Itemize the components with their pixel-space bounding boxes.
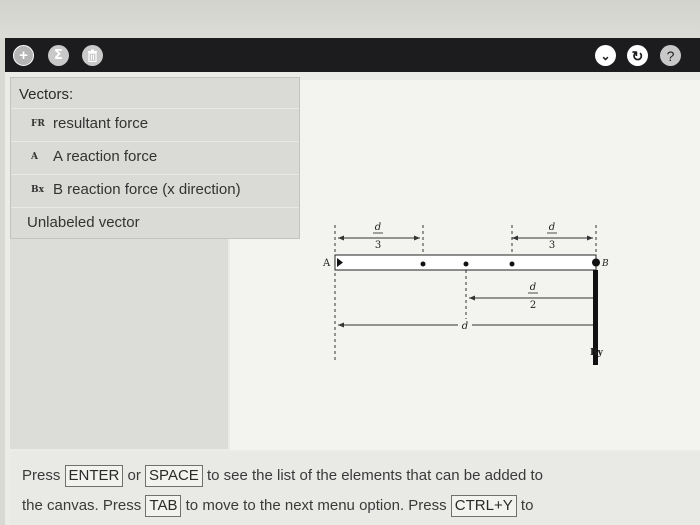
dim-right-denominator: 3 [549, 240, 555, 251]
vector-item-unlabeled[interactable]: Unlabeled vector [11, 207, 299, 237]
key-space: SPACE [145, 465, 203, 487]
dim-left-denominator: 3 [375, 240, 381, 251]
sigma-icon: Σ [54, 48, 63, 63]
dim-half-denominator: 2 [530, 300, 536, 311]
help-icon: ? [666, 47, 675, 64]
vector-label: A reaction force [53, 148, 158, 165]
key-enter: ENTER [64, 465, 124, 487]
toolbar: + Σ ⌄ ↻ ? [5, 38, 700, 72]
add-element-button[interactable]: + [13, 45, 34, 66]
vector-label: resultant force [53, 115, 149, 132]
pin-1 [420, 261, 426, 267]
left-strip [10, 237, 228, 449]
top-margin [0, 0, 700, 38]
label-b: B [601, 259, 609, 269]
trash-icon [88, 49, 97, 62]
pin-3 [509, 261, 515, 267]
sum-button[interactable]: Σ [48, 45, 69, 66]
instructions-line-1: Press ENTER or SPACE to see the list of … [22, 465, 543, 487]
dim-left-numerator: d [375, 222, 381, 233]
vector-symbol-bx: Bx [31, 184, 44, 195]
reset-button[interactable]: ↻ [627, 45, 648, 66]
plus-icon: + [19, 47, 28, 64]
dim-half-numerator: d [530, 282, 536, 293]
vector-symbol-a: A [31, 151, 38, 162]
label-by: By [590, 348, 604, 358]
help-button[interactable]: ? [660, 45, 681, 66]
support-b-marker [592, 258, 600, 267]
vector-item-b-reaction-x[interactable]: Bx B reaction force (x direction) [11, 174, 299, 204]
beam-diagram: d 3 d 3 A B By d 2 d [322, 222, 609, 365]
vector-label: Unlabeled vector [27, 214, 140, 231]
instructions-line-2: the canvas. Press TAB to move to the nex… [22, 495, 533, 517]
drawing-canvas[interactable]: d 3 d 3 A B By d 2 d [230, 80, 700, 450]
vector-label: B reaction force (x direction) [53, 181, 241, 198]
collapse-button[interactable]: ⌄ [595, 45, 616, 66]
label-a: A [322, 258, 331, 269]
dim-right-numerator: d [549, 222, 555, 233]
delete-button[interactable] [82, 45, 103, 66]
vector-symbol-fr: FR [31, 118, 45, 129]
key-tab: TAB [145, 495, 182, 517]
reset-icon: ↻ [631, 47, 644, 64]
instructions-footer: Press ENTER or SPACE to see the list of … [10, 452, 700, 525]
key-ctrl-y: CTRL+Y [450, 495, 517, 517]
vector-item-a-reaction[interactable]: A A reaction force [11, 141, 299, 171]
vectors-panel: Vectors: FR resultant force A A reaction… [10, 77, 300, 239]
dim-full-label: d [462, 321, 468, 332]
pin-2 [463, 261, 469, 267]
vector-item-resultant-force[interactable]: FR resultant force [11, 108, 299, 138]
chevron-down-icon: ⌄ [600, 48, 611, 63]
vectors-title: Vectors: [19, 86, 74, 103]
